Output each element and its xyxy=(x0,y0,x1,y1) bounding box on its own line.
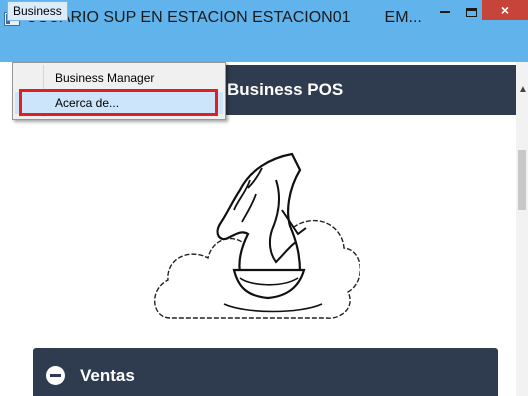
minimize-button[interactable] xyxy=(432,2,458,22)
business-logo-icon xyxy=(153,152,360,319)
window-title-main: USUARIO SUP EN ESTACION ESTACION01 xyxy=(26,9,351,26)
close-button[interactable]: × xyxy=(482,0,528,20)
window-title-extra: EM... xyxy=(384,9,422,26)
menu-business[interactable]: Business xyxy=(7,1,68,21)
menu-item-business-manager[interactable]: Business Manager xyxy=(15,67,223,89)
section-ventas-label: Ventas xyxy=(80,366,135,385)
scrollbar-thumb[interactable] xyxy=(518,150,526,210)
window-title: USUARIO SUP EN ESTACION ESTACION01 EM... xyxy=(26,9,446,27)
close-icon: × xyxy=(500,2,510,18)
scroll-up-icon[interactable]: ▲ xyxy=(518,84,528,95)
annotation-highlight-box xyxy=(19,89,218,116)
left-edge xyxy=(0,62,12,396)
menu-bar xyxy=(0,40,528,62)
minimize-icon xyxy=(440,11,450,13)
maximize-icon xyxy=(465,7,477,17)
collapse-minus-icon[interactable] xyxy=(46,366,65,385)
app-header-title: Business POS xyxy=(227,80,344,99)
vertical-scrollbar[interactable] xyxy=(516,62,528,396)
maximize-button[interactable] xyxy=(458,2,484,22)
